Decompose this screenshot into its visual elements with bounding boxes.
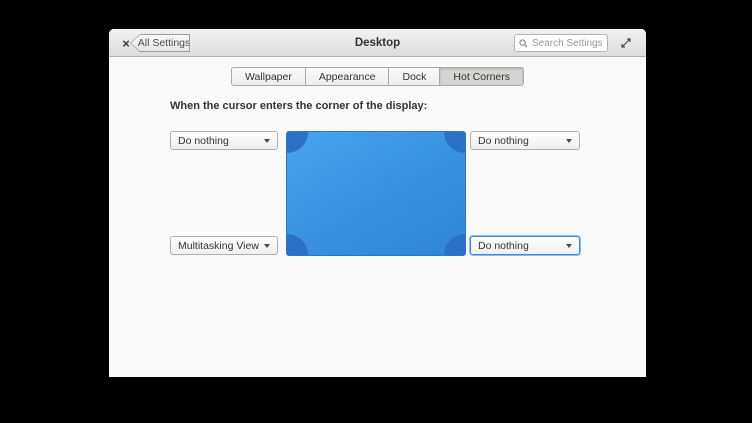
bottom-right-corner-dropdown[interactable]: Do nothing bbox=[470, 236, 580, 255]
chevron-down-icon bbox=[566, 244, 572, 248]
hot-corners-heading: When the cursor enters the corner of the… bbox=[170, 100, 427, 112]
hot-corner-indicator-bottom-right bbox=[444, 234, 466, 256]
settings-window: × All Settings Desktop Wallpaper bbox=[109, 29, 646, 377]
chevron-down-icon bbox=[566, 139, 572, 143]
top-right-corner-dropdown[interactable]: Do nothing bbox=[470, 131, 580, 150]
top-left-corner-dropdown[interactable]: Do nothing bbox=[170, 131, 278, 150]
dropdown-value: Do nothing bbox=[478, 240, 529, 252]
dropdown-value: Do nothing bbox=[478, 135, 529, 147]
chevron-down-icon bbox=[264, 244, 270, 248]
tab-hot-corners[interactable]: Hot Corners bbox=[440, 68, 523, 85]
bottom-left-corner-dropdown[interactable]: Multitasking View bbox=[170, 236, 278, 255]
tab-bar: Wallpaper Appearance Dock Hot Corners bbox=[109, 67, 646, 86]
dropdown-value: Do nothing bbox=[178, 135, 229, 147]
display-preview bbox=[286, 131, 466, 256]
hot-corner-indicator-top-left bbox=[286, 131, 308, 153]
headerbar: × All Settings Desktop bbox=[109, 29, 646, 57]
hot-corner-indicator-top-right bbox=[444, 131, 466, 153]
tab-wallpaper[interactable]: Wallpaper bbox=[232, 68, 306, 85]
search-field[interactable] bbox=[514, 34, 608, 52]
search-icon bbox=[519, 39, 528, 48]
hot-corner-indicator-bottom-left bbox=[286, 234, 308, 256]
tab-dock[interactable]: Dock bbox=[389, 68, 440, 85]
chevron-down-icon bbox=[264, 139, 270, 143]
search-input[interactable] bbox=[532, 38, 602, 49]
maximize-icon[interactable] bbox=[618, 29, 634, 57]
tab-appearance[interactable]: Appearance bbox=[306, 68, 390, 85]
dropdown-value: Multitasking View bbox=[178, 240, 259, 252]
